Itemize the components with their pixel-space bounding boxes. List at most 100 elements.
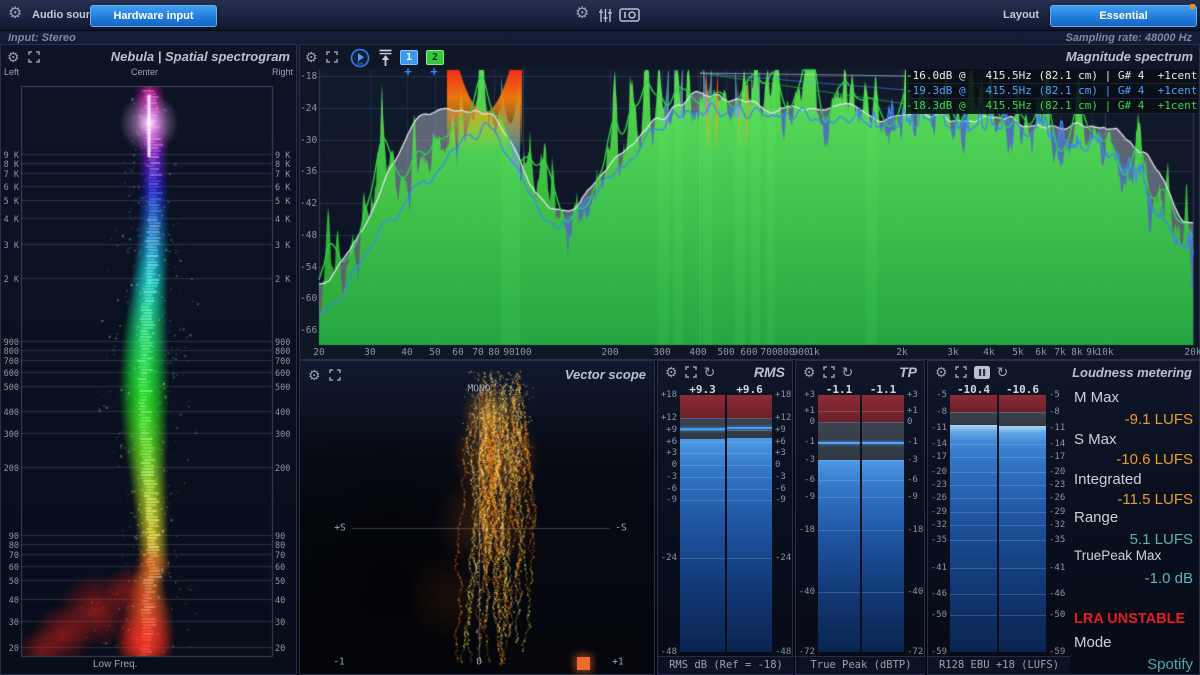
- meter-tick: -1: [907, 437, 918, 447]
- nebula-freq-label: 50: [275, 577, 285, 587]
- nebula-spectrogram-plot[interactable]: [1, 45, 296, 674]
- meter-tick: -35: [1049, 535, 1065, 545]
- cursor-readout-row: -16.0dB @ 415.5Hz (82.1 cm) | G# 4 +1cen…: [906, 69, 1198, 84]
- nebula-gear-icon[interactable]: ⚙: [7, 50, 20, 64]
- nebula-right-label: Right: [272, 67, 293, 77]
- rms-fullscreen-icon[interactable]: [685, 366, 697, 378]
- spectrum-y-tick: -18: [300, 71, 316, 82]
- mono-label: MONO: [468, 384, 491, 395]
- meter-bar: [950, 395, 997, 652]
- spectrum-y-tick: -48: [300, 230, 316, 241]
- cursor-readout-row: -19.3dB @ 415.5Hz (82.1 cm) | G# 4 +1cen…: [906, 84, 1198, 99]
- spectrum-y-tick: -60: [300, 293, 316, 304]
- freeze-capture-button[interactable]: [378, 49, 393, 67]
- spectrum-title: Magnitude spectrum: [1066, 49, 1193, 64]
- meter-tick: -3: [797, 455, 815, 465]
- tp-reset-icon[interactable]: ↻: [842, 365, 854, 379]
- layout-essential-button[interactable]: Essential: [1050, 5, 1197, 27]
- correlation-zero-label: 0: [476, 657, 482, 668]
- loudness-fullscreen-icon[interactable]: [955, 366, 967, 378]
- rms-gear-icon[interactable]: ⚙: [665, 365, 678, 379]
- correlation-indicator: [577, 657, 590, 670]
- layout-label: Layout: [1003, 9, 1039, 21]
- nebula-freq-label: 40: [275, 596, 285, 606]
- spectrum-x-tick: 40: [401, 347, 412, 358]
- spectrum-x-tick: 60: [452, 347, 463, 358]
- rms-footer: RMS dB (Ref = -18): [658, 656, 794, 674]
- meter-tick: +12: [659, 413, 677, 423]
- nebula-freq-label: 300: [275, 430, 290, 440]
- live-play-button[interactable]: live: [350, 48, 370, 68]
- nebula-freq-label: 6 K: [2, 183, 19, 193]
- input-info: Input: Stereo: [8, 32, 76, 44]
- mixer-faders-icon[interactable]: [598, 8, 613, 23]
- loudness-gear-icon[interactable]: ⚙: [935, 365, 948, 379]
- nebula-freq-label: 500: [275, 383, 290, 393]
- vectorscope-fullscreen-icon[interactable]: [329, 369, 341, 381]
- spectrum-y-tick: -30: [300, 135, 316, 146]
- rms-reset-icon[interactable]: ↻: [704, 365, 716, 379]
- hardware-input-button[interactable]: Hardware input: [90, 5, 217, 27]
- spectrum-x-tick: 90: [503, 347, 514, 358]
- correlation-plus-one-label: +1: [612, 657, 623, 668]
- settings-gear-icon[interactable]: ⚙: [575, 7, 589, 21]
- nebula-freq-label: 20: [2, 644, 19, 654]
- meter-tick: -3: [659, 472, 677, 482]
- rms-title: RMS: [754, 364, 785, 380]
- slot-1-add-button[interactable]: +: [399, 64, 417, 79]
- meter-tick: +3: [907, 390, 918, 400]
- slot-2-add-button[interactable]: +: [425, 64, 443, 79]
- io-routing-icon[interactable]: [619, 8, 640, 22]
- nebula-freq-label: 4 K: [275, 215, 290, 225]
- spectrum-slot-2-button[interactable]: 2: [426, 50, 444, 65]
- meter-tick: +1: [907, 406, 918, 416]
- rms-meter-panel: ⚙ ↻ RMS +9.3 +9.6 L R RMS dB (Ref = -18)…: [657, 360, 793, 675]
- tp-fullscreen-icon[interactable]: [823, 366, 835, 378]
- meter-bar: [999, 395, 1046, 652]
- meter-tick: 0: [775, 460, 780, 470]
- nebula-freq-label: 80: [275, 541, 285, 551]
- meter-tick: -20: [929, 467, 947, 477]
- meter-tick: -18: [907, 525, 923, 535]
- loudness-pause-button[interactable]: [974, 366, 990, 379]
- nebula-freq-label: 5 K: [2, 197, 19, 207]
- analyzer-app: ⚙ Audio source Hardware input ⚙ Layout E…: [0, 0, 1200, 675]
- nebula-fullscreen-icon[interactable]: [28, 51, 40, 63]
- spectrum-slot-1-button[interactable]: 1: [400, 50, 418, 65]
- correlation-minus-one-label: -1: [333, 657, 344, 668]
- spectrum-gear-icon[interactable]: ⚙: [305, 50, 318, 64]
- nebula-freq-label: 70: [275, 551, 285, 561]
- meter-bar: [818, 395, 860, 652]
- meter-tick: -6: [775, 484, 786, 494]
- spectrum-fullscreen-icon[interactable]: [326, 51, 338, 63]
- nebula-freq-label: 7 K: [275, 170, 290, 180]
- loudness-reset-icon[interactable]: ↻: [997, 365, 1009, 379]
- meter-tick: -9: [775, 495, 786, 505]
- meter-tick: -46: [1049, 589, 1065, 599]
- loudness-stat-label: Integrated: [1074, 471, 1142, 488]
- nebula-freq-label: 8 K: [275, 160, 290, 170]
- spectrum-x-tick: 3k: [947, 347, 958, 358]
- spectrum-x-tick: 4k: [983, 347, 994, 358]
- meter-tick: +1: [797, 406, 815, 416]
- nebula-freq-label: 60: [2, 563, 19, 573]
- nebula-freq-label: 400: [275, 408, 290, 418]
- meter-tick: +12: [775, 413, 791, 423]
- meter-tick: -41: [929, 563, 947, 573]
- meter-tick: +3: [797, 390, 815, 400]
- audio-source-gear-icon[interactable]: ⚙: [8, 7, 22, 21]
- loudness-stat-label: S Max: [1074, 431, 1117, 448]
- tp-gear-icon[interactable]: ⚙: [803, 365, 816, 379]
- meter-tick: -6: [659, 484, 677, 494]
- loudness-metering-panel: ⚙ ↻ Loudness metering -10.4 -10.6 M S R1…: [927, 360, 1200, 675]
- spectrum-x-tick: 80: [488, 347, 499, 358]
- loudness-footer: R128 EBU +18 (LUFS): [928, 656, 1070, 674]
- vector-scope-plot[interactable]: [300, 361, 654, 674]
- spectrum-x-tick: 300: [653, 347, 670, 358]
- meter-tick: -48: [775, 647, 791, 657]
- nebula-center-label: Center: [131, 67, 158, 77]
- vectorscope-gear-icon[interactable]: ⚙: [308, 368, 321, 382]
- spectrum-y-tick: -66: [300, 325, 316, 336]
- meter-tick: -24: [659, 553, 677, 563]
- live-label: live: [357, 61, 364, 66]
